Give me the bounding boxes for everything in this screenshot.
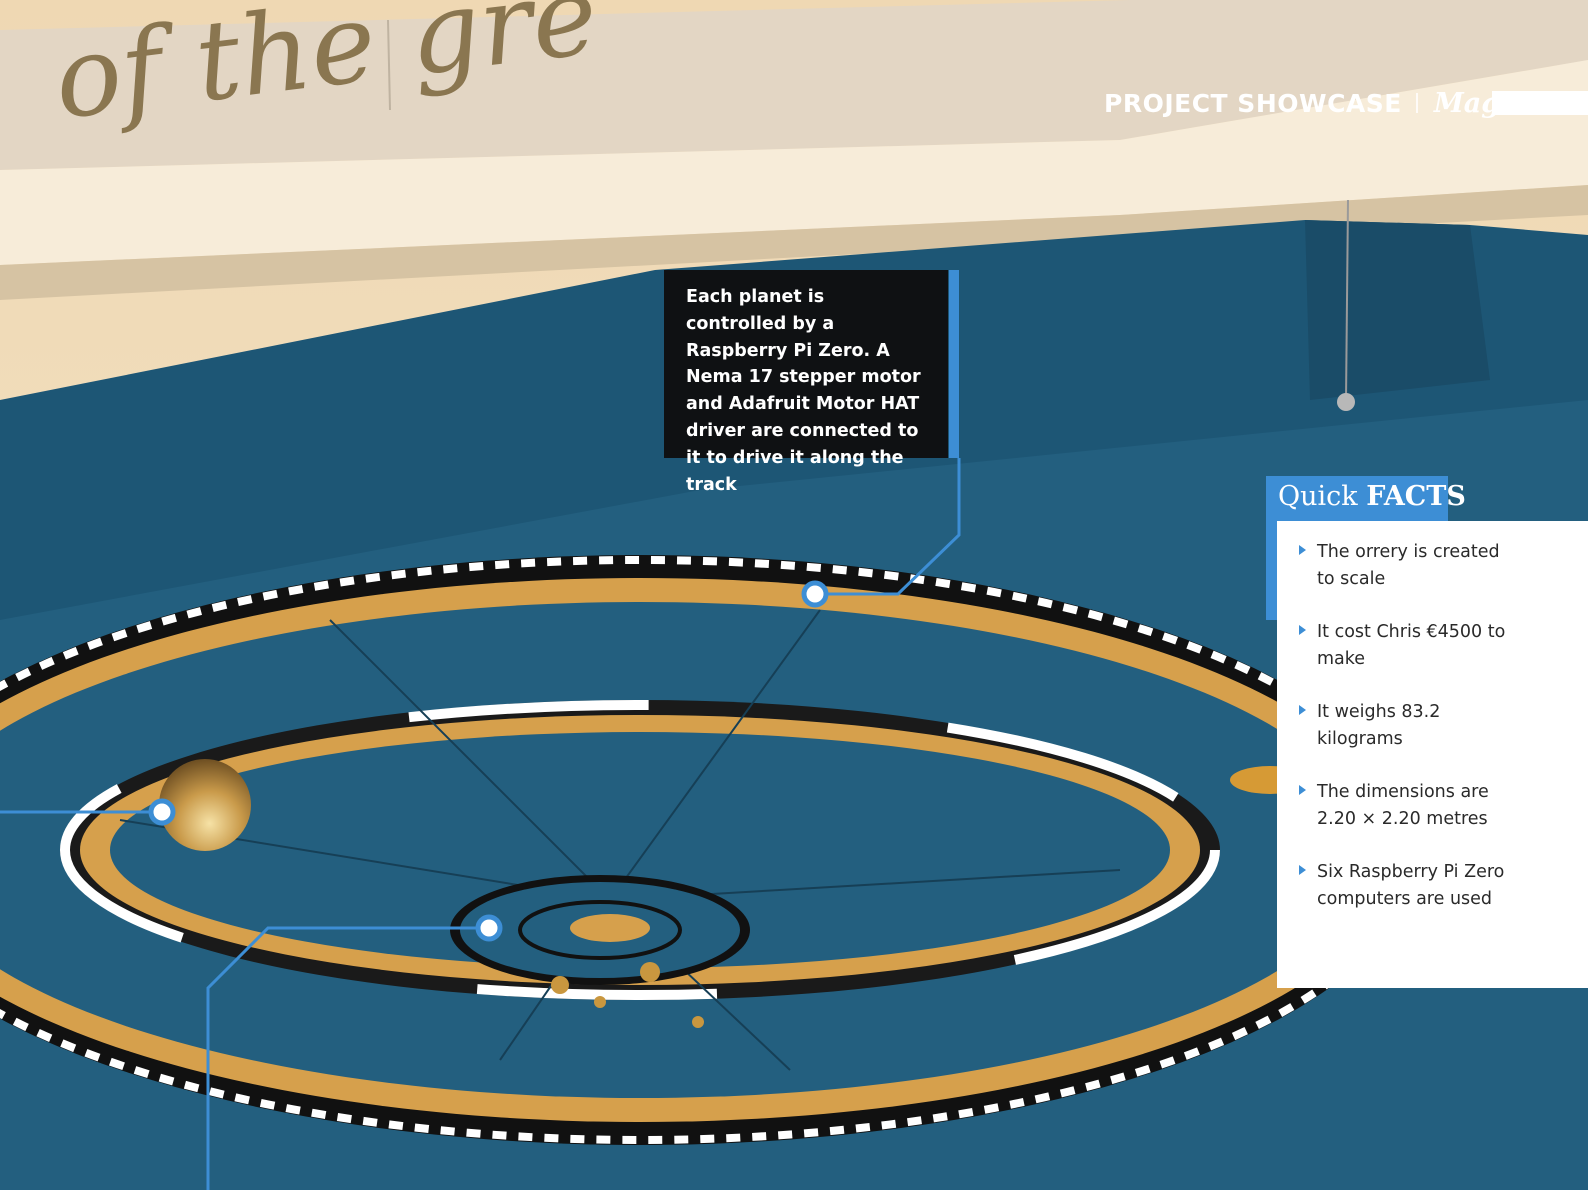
caption-accent-bar [949,270,959,458]
fact-text: It cost Chris €4500 to make [1317,622,1506,669]
quick-facts-title-bold: FACTS [1366,481,1466,512]
header-divider [1415,93,1418,113]
fact-item: It cost Chris €4500 to make [1277,619,1588,699]
section-title: PROJECT SHOWCASE [1104,88,1402,118]
fact-text: Six Raspberry Pi Zero computers are used [1317,862,1505,909]
inner-planet [692,1016,704,1028]
caption-text: Each planet is controlled by a Raspberry… [686,287,921,495]
fact-item: The dimensions are 2.20 × 2.20 metres [1277,779,1588,859]
fact-text: It weighs 83.2 kilograms [1317,702,1441,749]
inner-planet [551,976,569,994]
page-header: PROJECT SHOWCASE MagPi [1104,88,1531,119]
fact-text: The orrery is created to scale [1317,542,1500,589]
fact-item: It weighs 83.2 kilograms [1277,699,1588,779]
quick-facts-title: Quick FACTS [1278,481,1466,521]
inner-planet [640,962,660,982]
quick-facts-box: The orrery is created to scale It cost C… [1277,521,1588,988]
fact-text: The dimensions are 2.20 × 2.20 metres [1317,782,1489,829]
bullet-arrow-icon [1299,865,1306,875]
header-bar [1492,91,1588,115]
bullet-arrow-icon [1299,705,1306,715]
quick-facts-list: The orrery is created to scale It cost C… [1277,539,1588,959]
inner-planet [594,996,606,1008]
fact-item: Six Raspberry Pi Zero computers are used [1277,859,1588,959]
sun-disc [570,914,650,942]
bullet-arrow-icon [1299,545,1306,555]
bullet-arrow-icon [1299,785,1306,795]
board-shadow [1305,220,1490,400]
bullet-arrow-icon [1299,625,1306,635]
fact-item: The orrery is created to scale [1277,539,1588,619]
hanging-hook [1337,393,1355,411]
quick-facts-title-light: Quick [1278,481,1358,512]
photo-caption: Each planet is controlled by a Raspberry… [664,270,948,495]
